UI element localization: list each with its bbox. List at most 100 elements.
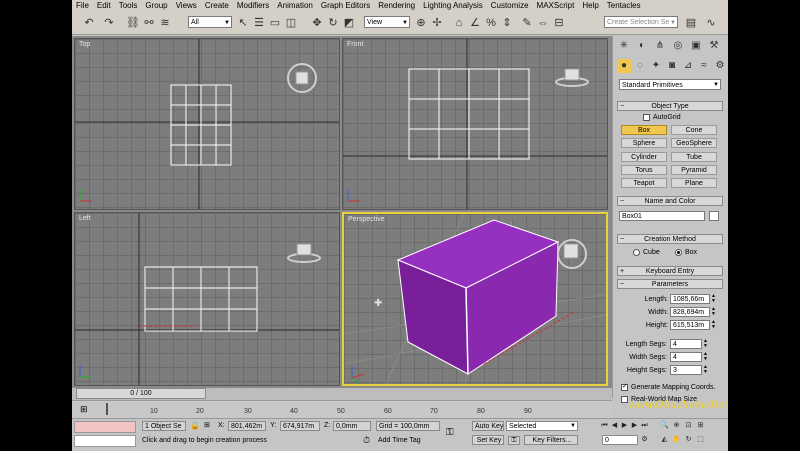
viewport-perspective[interactable]: Perspective ✚	[342, 212, 608, 386]
select-rotate-icon[interactable]: ↻	[326, 16, 340, 30]
menu-rendering[interactable]: Rendering	[374, 0, 419, 12]
length-segs-spinner-icon[interactable]: ▲ ▼	[703, 339, 708, 349]
create-tab-icon[interactable]: ✳	[617, 39, 631, 53]
maximize-viewport-icon[interactable]: ⬚	[696, 435, 705, 444]
key-icon[interactable]: ⚿	[446, 428, 454, 438]
maxscript-listener-white[interactable]	[74, 435, 136, 447]
track-bar[interactable]: ⊞ 10 20 30 40 50 60 70 80 90	[72, 400, 612, 419]
plane-button[interactable]: Plane	[671, 178, 717, 188]
rollout-parameters[interactable]: − Parameters	[617, 279, 723, 289]
time-slider[interactable]: 0 / 100	[76, 388, 206, 399]
menu-group[interactable]: Group	[141, 0, 171, 12]
menu-views[interactable]: Views	[172, 0, 201, 12]
bind-spacewarp-icon[interactable]: ≋	[158, 16, 172, 30]
menu-modifiers[interactable]: Modifiers	[233, 0, 273, 12]
menu-graph-editors[interactable]: Graph Editors	[317, 0, 374, 12]
link-icon[interactable]: ⛓	[126, 16, 140, 30]
z-coord-field[interactable]: 0,0mm	[333, 421, 371, 431]
autogrid-checkbox[interactable]	[643, 114, 650, 121]
menu-edit[interactable]: Edit	[93, 0, 115, 12]
rollout-keyboard-entry[interactable]: + Keyboard Entry	[617, 266, 723, 276]
motion-tab-icon[interactable]: ◎	[671, 39, 685, 53]
length-field[interactable]: 1085,66m	[670, 294, 710, 304]
utilities-tab-icon[interactable]: ⚒	[707, 39, 721, 53]
zoom-extents-all-icon[interactable]: ⊞	[696, 421, 705, 430]
primitive-category-dropdown[interactable]: Standard Primitives ▼	[619, 79, 721, 90]
redo-icon[interactable]: ↷	[102, 16, 116, 30]
mini-curve-editor-icon[interactable]: ⊞	[80, 404, 88, 415]
cone-button[interactable]: Cone	[671, 125, 717, 135]
lights-icon[interactable]: ✦	[649, 59, 663, 73]
window-crossing-icon[interactable]: ◫	[284, 16, 298, 30]
sphere-button[interactable]: Sphere	[621, 138, 667, 148]
width-segs-field[interactable]: 4	[670, 352, 702, 362]
go-to-start-icon[interactable]: ⏮	[600, 421, 609, 430]
zoom-all-icon[interactable]: ⊕	[672, 421, 681, 430]
maxscript-listener-pink[interactable]	[74, 421, 136, 433]
unlink-icon[interactable]: ⚯	[142, 16, 156, 30]
zoom-extents-icon[interactable]: ⊡	[684, 421, 693, 430]
current-frame-field[interactable]: 0	[602, 435, 638, 445]
cylinder-button[interactable]: Cylinder	[621, 152, 667, 162]
object-color-swatch[interactable]	[709, 211, 719, 221]
rollout-creation-method[interactable]: − Creation Method	[617, 234, 723, 244]
box-radio[interactable]	[675, 249, 682, 256]
layer-manager-icon[interactable]: ▤	[684, 16, 698, 30]
go-to-end-icon[interactable]: ⏭	[640, 421, 649, 430]
height-segs-spinner-icon[interactable]: ▲ ▼	[703, 365, 708, 375]
snaps-toggle-icon[interactable]: ⌂	[452, 16, 466, 30]
select-by-name-icon[interactable]: ☰	[252, 16, 266, 30]
reference-coordinate-dropdown[interactable]: View ▼	[364, 16, 410, 28]
teapot-button[interactable]: Teapot	[621, 178, 667, 188]
select-move-icon[interactable]: ✥	[310, 16, 324, 30]
modify-tab-icon[interactable]: ◐	[635, 39, 649, 53]
shapes-icon[interactable]: ◌	[633, 59, 647, 73]
select-scale-icon[interactable]: ◩	[342, 16, 356, 30]
select-object-icon[interactable]: ↖	[236, 16, 250, 30]
zoom-icon[interactable]: 🔍	[660, 421, 669, 430]
rollout-name-and-color[interactable]: − Name and Color	[617, 196, 723, 206]
pyramid-button[interactable]: Pyramid	[671, 165, 717, 175]
systems-icon[interactable]: ⚙	[713, 59, 727, 73]
generate-mapping-checkbox[interactable]: ✓	[621, 383, 628, 391]
tube-button[interactable]: Tube	[671, 152, 717, 162]
orbit-icon[interactable]: ↻	[684, 435, 693, 444]
menu-customize[interactable]: Customize	[487, 0, 533, 12]
length-segs-field[interactable]: 4	[670, 339, 702, 349]
geosphere-button[interactable]: GeoSphere	[671, 138, 717, 148]
length-spinner-icon[interactable]: ▲ ▼	[711, 294, 716, 304]
geometry-icon[interactable]: ●	[617, 59, 631, 73]
viewport-left[interactable]: Left	[74, 212, 340, 386]
spinner-snap-icon[interactable]: ⇕	[500, 16, 514, 30]
width-spinner-icon[interactable]: ▲ ▼	[711, 307, 716, 317]
play-icon[interactable]: ▶	[620, 421, 629, 430]
pan-view-icon[interactable]: ✋	[672, 435, 681, 444]
menu-tentacles[interactable]: Tentacles	[603, 0, 645, 12]
viewport-front[interactable]: Front	[342, 38, 608, 210]
manipulate-icon[interactable]: ✢	[430, 16, 444, 30]
height-segs-field[interactable]: 3	[670, 365, 702, 375]
field-of-view-icon[interactable]: ◭	[660, 435, 669, 444]
mirror-icon[interactable]: ⇔	[536, 16, 550, 30]
absolute-mode-icon[interactable]: ⊞	[204, 421, 210, 431]
pivot-center-icon[interactable]: ⊕	[414, 16, 428, 30]
curve-editor-icon[interactable]: ∿	[704, 16, 718, 30]
angle-snap-icon[interactable]: ∠	[468, 16, 482, 30]
helpers-icon[interactable]: ⊿	[681, 59, 695, 73]
hierarchy-tab-icon[interactable]: ⋔	[653, 39, 667, 53]
menu-file[interactable]: File	[72, 0, 93, 12]
menu-create[interactable]: Create	[201, 0, 233, 12]
rollout-object-type[interactable]: − Object Type	[617, 101, 723, 111]
torus-button[interactable]: Torus	[621, 165, 667, 175]
undo-icon[interactable]: ↶	[82, 16, 96, 30]
set-key-button[interactable]: Set Key	[472, 435, 504, 445]
width-segs-spinner-icon[interactable]: ▲ ▼	[703, 352, 708, 362]
cameras-icon[interactable]: ◙	[665, 59, 679, 73]
cube-radio[interactable]	[633, 249, 640, 256]
key-filters-button[interactable]: Key Filters...	[524, 435, 578, 445]
key-mode-dropdown[interactable]: Selected ▼	[506, 421, 578, 431]
real-world-map-checkbox[interactable]	[621, 396, 628, 403]
width-field[interactable]: 828,694m	[670, 307, 710, 317]
add-time-tag-button[interactable]: Add Time Tag	[378, 436, 421, 446]
edit-named-selection-icon[interactable]: ✎	[520, 16, 534, 30]
